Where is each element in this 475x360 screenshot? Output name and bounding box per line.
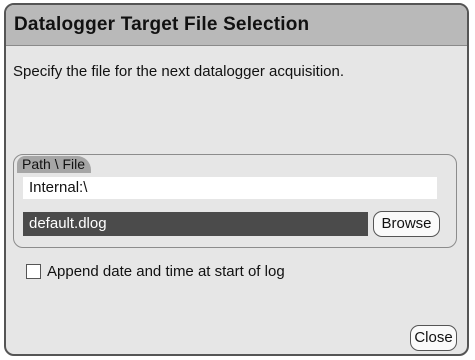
dialog-title: Datalogger Target File Selection [14, 14, 310, 35]
path-file-group-label: Path \ File [17, 156, 92, 173]
append-date-time-option[interactable]: Append date and time at start of log [26, 262, 285, 280]
file-name-field[interactable]: default.dlog [23, 212, 368, 236]
append-date-time-checkbox[interactable] [26, 263, 41, 279]
browse-button[interactable]: Browse [373, 211, 440, 237]
close-button[interactable]: Close [410, 325, 457, 351]
append-date-time-label[interactable]: Append date and time at start of log [47, 263, 285, 280]
dialog-title-bar: Datalogger Target File Selection [6, 5, 467, 46]
path-field[interactable]: Internal:\ [23, 177, 437, 199]
instruction-text: Specify the file for the next datalogger… [13, 63, 345, 80]
